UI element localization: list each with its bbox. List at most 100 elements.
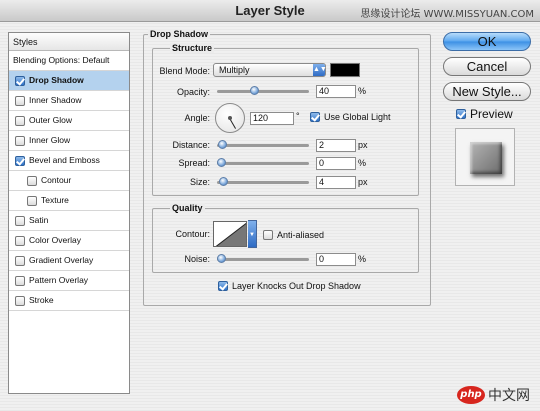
style-item-checkbox[interactable] bbox=[15, 115, 25, 126]
style-item[interactable]: Drop Shadow bbox=[9, 71, 129, 91]
distance-slider-thumb[interactable] bbox=[217, 140, 227, 149]
preview-label: Preview bbox=[470, 107, 513, 121]
window-title: Layer Style bbox=[235, 3, 305, 18]
spread-unit: % bbox=[358, 158, 367, 168]
knocks-out-checkbox[interactable] bbox=[218, 281, 228, 291]
blend-mode-select[interactable]: Multiply ▲▼ bbox=[213, 63, 327, 77]
angle-input[interactable]: 120 bbox=[250, 112, 294, 125]
style-item-checkbox[interactable] bbox=[15, 235, 25, 246]
style-item-checkbox[interactable] bbox=[15, 295, 25, 306]
styles-list: Styles Blending Options: Default Drop Sha… bbox=[8, 32, 130, 394]
anti-aliased-option[interactable]: Anti-aliased bbox=[263, 230, 324, 240]
style-item-checkbox[interactable] bbox=[15, 75, 25, 86]
shadow-color-swatch[interactable] bbox=[330, 63, 360, 77]
style-item-label: Texture bbox=[41, 195, 69, 205]
size-label: Size: bbox=[189, 177, 210, 187]
php-cn-logo: php 中文网 bbox=[457, 385, 530, 405]
style-item-checkbox[interactable] bbox=[27, 195, 37, 206]
noise-slider-thumb[interactable] bbox=[217, 254, 226, 263]
watermark-text: 思缘设计论坛 WWW.MISSYUAN.COM bbox=[360, 9, 534, 20]
contour-picker[interactable] bbox=[213, 221, 247, 247]
style-item-label: Pattern Overlay bbox=[29, 275, 89, 285]
style-item[interactable]: Texture bbox=[9, 191, 129, 211]
style-item[interactable]: Color Overlay bbox=[9, 231, 129, 251]
style-item[interactable]: Gradient Overlay bbox=[9, 251, 129, 271]
style-item-label: Satin bbox=[29, 215, 49, 225]
php-logo-text: 中文网 bbox=[488, 388, 530, 404]
contour-label: Contour: bbox=[175, 229, 210, 239]
angle-dial[interactable] bbox=[215, 103, 245, 133]
quality-title: Quality bbox=[170, 203, 205, 213]
opacity-slider[interactable] bbox=[217, 86, 309, 95]
styles-header[interactable]: Styles bbox=[9, 33, 129, 51]
angle-dial-center bbox=[228, 116, 232, 120]
style-item-label: Contour bbox=[41, 175, 72, 185]
style-item-label: Inner Shadow bbox=[29, 95, 82, 105]
style-item[interactable]: Bevel and Emboss bbox=[9, 151, 129, 171]
preview-checkbox[interactable] bbox=[456, 109, 466, 119]
style-item-label: Outer Glow bbox=[29, 115, 72, 125]
use-global-light-option[interactable]: Use Global Light bbox=[310, 112, 391, 122]
style-item-checkbox[interactable] bbox=[15, 155, 25, 166]
style-item-label: Stroke bbox=[29, 295, 54, 305]
size-input[interactable]: 4 bbox=[316, 176, 356, 189]
opacity-input[interactable]: 40 bbox=[316, 85, 356, 98]
style-item-label: Blending Options: Default bbox=[13, 55, 110, 65]
opacity-unit: % bbox=[358, 86, 367, 96]
style-item-checkbox[interactable] bbox=[15, 215, 25, 226]
knocks-out-label: Layer Knocks Out Drop Shadow bbox=[232, 281, 361, 291]
select-arrows-icon: ▲▼ bbox=[313, 64, 327, 76]
new-style-button[interactable]: New Style... bbox=[443, 82, 531, 101]
style-item[interactable]: Satin bbox=[9, 211, 129, 231]
style-item-checkbox[interactable] bbox=[15, 255, 25, 266]
noise-input[interactable]: 0 bbox=[316, 253, 356, 266]
distance-slider[interactable] bbox=[217, 140, 309, 149]
style-item[interactable]: Inner Shadow bbox=[9, 91, 129, 111]
style-item[interactable]: Contour bbox=[9, 171, 129, 191]
use-global-light-checkbox[interactable] bbox=[310, 112, 320, 122]
size-slider-thumb[interactable] bbox=[218, 177, 228, 186]
drop-shadow-title: Drop Shadow bbox=[148, 29, 210, 39]
style-item[interactable]: Pattern Overlay bbox=[9, 271, 129, 291]
noise-label: Noise: bbox=[184, 254, 210, 264]
style-item-checkbox[interactable] bbox=[15, 275, 25, 286]
php-logo-mark: php bbox=[457, 386, 485, 404]
preview-option[interactable]: Preview bbox=[456, 107, 513, 121]
preview-box bbox=[455, 128, 515, 186]
style-item-checkbox[interactable] bbox=[15, 135, 25, 146]
noise-slider[interactable] bbox=[217, 254, 309, 263]
style-item-checkbox[interactable] bbox=[15, 95, 25, 106]
style-item-label: Bevel and Emboss bbox=[29, 155, 100, 165]
ok-button[interactable]: OK bbox=[443, 32, 531, 51]
distance-input[interactable]: 2 bbox=[316, 139, 356, 152]
use-global-light-label: Use Global Light bbox=[324, 112, 391, 122]
blend-mode-label: Blend Mode: bbox=[159, 66, 210, 76]
spread-slider[interactable] bbox=[217, 158, 309, 167]
noise-unit: % bbox=[358, 254, 367, 264]
contour-dropdown-arrow[interactable]: ▼ bbox=[248, 220, 257, 248]
angle-label: Angle: bbox=[184, 113, 210, 123]
blend-mode-value: Multiply bbox=[219, 65, 250, 75]
contour-curve-icon bbox=[215, 222, 246, 246]
spread-input[interactable]: 0 bbox=[316, 157, 356, 170]
cancel-button[interactable]: Cancel bbox=[443, 57, 531, 76]
spread-label: Spread: bbox=[178, 158, 210, 168]
anti-aliased-checkbox[interactable] bbox=[263, 230, 273, 240]
size-unit: px bbox=[358, 177, 368, 187]
angle-unit: ° bbox=[296, 111, 300, 121]
distance-unit: px bbox=[358, 140, 368, 150]
size-slider[interactable] bbox=[217, 177, 309, 186]
style-item-checkbox[interactable] bbox=[27, 175, 37, 186]
style-item-label: Inner Glow bbox=[29, 135, 71, 145]
style-item[interactable]: Blending Options: Default bbox=[9, 51, 129, 71]
knocks-out-option[interactable]: Layer Knocks Out Drop Shadow bbox=[218, 281, 361, 291]
opacity-label: Opacity: bbox=[176, 87, 210, 97]
spread-slider-thumb[interactable] bbox=[217, 158, 226, 167]
style-item[interactable]: Stroke bbox=[9, 291, 129, 311]
style-item[interactable]: Inner Glow bbox=[9, 131, 129, 151]
title-bar: Layer Style 思缘设计论坛 WWW.MISSYUAN.COM bbox=[0, 0, 540, 22]
preview-thumbnail bbox=[470, 142, 502, 174]
style-item-label: Drop Shadow bbox=[29, 75, 84, 85]
style-item-label: Color Overlay bbox=[29, 235, 81, 245]
style-item[interactable]: Outer Glow bbox=[9, 111, 129, 131]
